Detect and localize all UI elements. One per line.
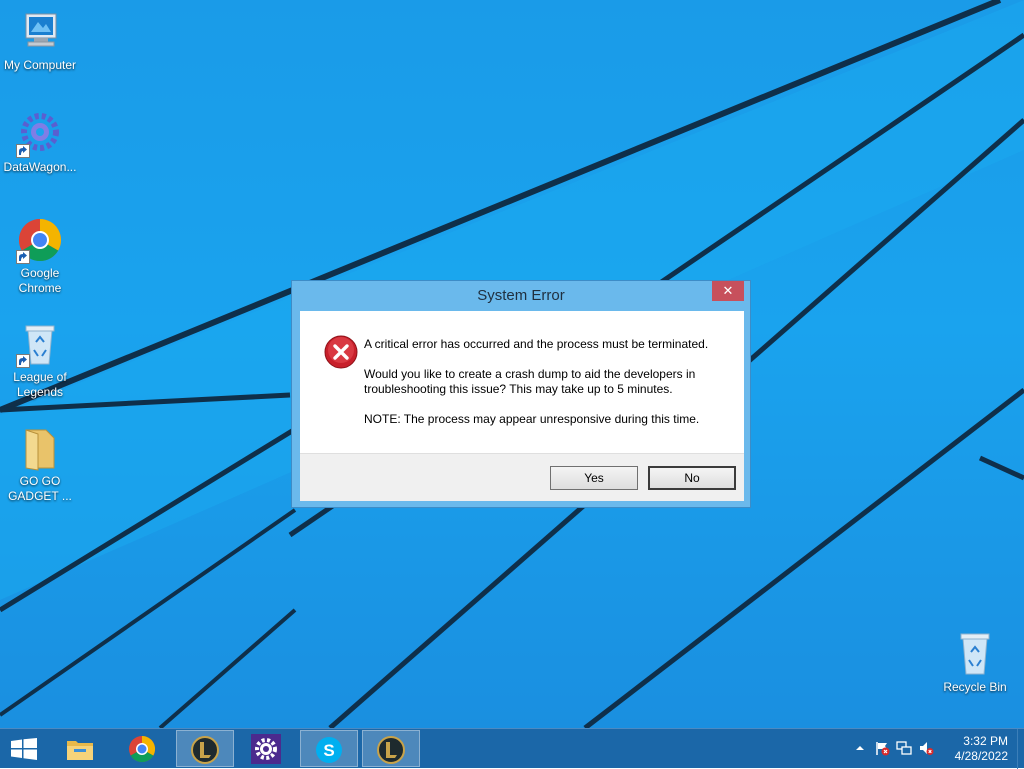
- taskbar-skype[interactable]: S: [300, 730, 358, 767]
- taskbar-file-explorer[interactable]: [52, 730, 110, 767]
- desktop-icon-label: GO GO GADGET ...: [8, 474, 72, 503]
- dialog-content: A critical error has occurred and the pr…: [300, 311, 744, 501]
- error-icon: [324, 335, 358, 369]
- taskbar-chrome[interactable]: [114, 730, 172, 767]
- taskbar-settings[interactable]: [238, 730, 296, 767]
- computer-icon: [16, 8, 64, 56]
- message-note: NOTE: The process may appear unresponsiv…: [364, 412, 700, 426]
- shortcut-arrow-icon: [16, 354, 30, 368]
- desktop-icon-label: Google Chrome: [18, 266, 62, 295]
- shortcut-arrow-icon: [16, 250, 30, 264]
- clock-date: 4/28/2022: [954, 749, 1008, 763]
- chrome-icon: [129, 735, 156, 763]
- action-center-flag-icon[interactable]: [874, 740, 890, 756]
- network-icon[interactable]: [896, 740, 912, 756]
- no-button[interactable]: No: [648, 466, 736, 490]
- taskbar-clock[interactable]: 3:32 PM 4/28/2022: [938, 734, 1008, 764]
- taskbar-league-of-legends[interactable]: [176, 730, 234, 767]
- svg-text:S: S: [323, 741, 334, 760]
- yes-button[interactable]: Yes: [550, 466, 638, 490]
- show-desktop-button[interactable]: [1017, 729, 1024, 769]
- desktop-icon-datawagon[interactable]: DataWagon...: [0, 110, 80, 175]
- close-button[interactable]: ✕: [712, 281, 744, 301]
- file-explorer-icon: [67, 741, 93, 760]
- desktop-icon-label: DataWagon...: [3, 160, 77, 174]
- clock-time: 3:32 PM: [963, 734, 1008, 748]
- desktop-icon-recycle-bin[interactable]: Recycle Bin: [935, 630, 1015, 695]
- desktop: My Computer DataWagon... Google Chrome L…: [0, 0, 1024, 728]
- desktop-icon-label: My Computer: [3, 58, 77, 72]
- start-button[interactable]: [0, 730, 48, 767]
- taskbar: S 3:32 PM 4/28/2022: [0, 728, 1024, 769]
- windows-start-icon: [11, 738, 37, 760]
- settings-gear-icon: [251, 734, 281, 764]
- dialog-title: System Error: [477, 287, 565, 304]
- chevron-up-icon[interactable]: [852, 740, 868, 756]
- folder-icon: [16, 424, 64, 472]
- league-of-legends-icon: [191, 736, 219, 764]
- dialog-button-bar: Yes No: [300, 453, 744, 501]
- shortcut-arrow-icon: [16, 144, 30, 158]
- skype-icon: S: [316, 737, 342, 763]
- desktop-icon-my-computer[interactable]: My Computer: [0, 8, 80, 73]
- gear-cluster-icon: [16, 110, 64, 158]
- chrome-icon: [16, 216, 64, 264]
- recycle-bin-icon: [951, 630, 999, 678]
- desktop-icon-league-of-legends[interactable]: League of Legends: [0, 320, 80, 400]
- desktop-icon-go-go-gadget[interactable]: GO GO GADGET ...: [0, 424, 80, 504]
- system-error-dialog: System Error ✕ A critical error has occu…: [291, 280, 751, 508]
- volume-muted-icon[interactable]: [918, 740, 934, 756]
- league-of-legends-icon: [377, 736, 405, 764]
- desktop-icon-label: Recycle Bin: [943, 680, 1007, 694]
- desktop-icon-label: League of Legends: [13, 370, 67, 399]
- message-critical-error: A critical error has occurred and the pr…: [364, 337, 709, 351]
- taskbar-league-of-legends-2[interactable]: [362, 730, 420, 767]
- system-tray: 3:32 PM 4/28/2022: [844, 729, 1024, 769]
- dialog-message: A critical error has occurred and the pr…: [364, 337, 734, 442]
- desktop-icon-google-chrome[interactable]: Google Chrome: [0, 216, 80, 296]
- recycle-bin-icon: [16, 320, 64, 368]
- message-crash-dump-question: Would you like to create a crash dump to…: [364, 367, 696, 396]
